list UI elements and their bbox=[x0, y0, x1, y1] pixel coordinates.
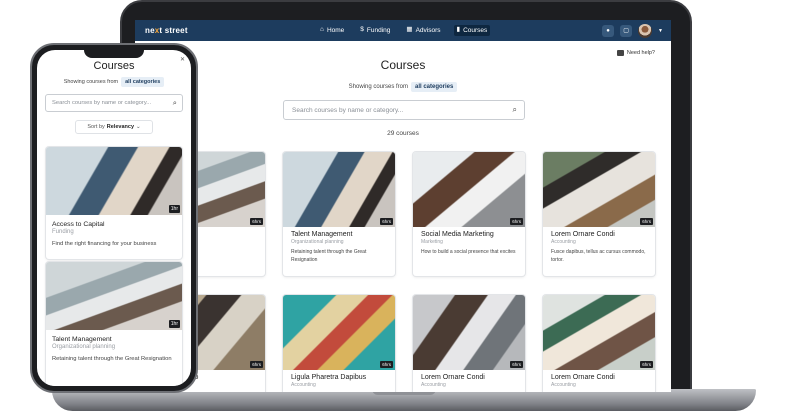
nav-courses[interactable]: ▮ Courses bbox=[453, 25, 491, 36]
course-card[interactable]: 6hrs Lorem Ornare Condi Accounting bbox=[543, 295, 655, 392]
search-input[interactable]: Search courses by name or category... ⌕ bbox=[45, 94, 183, 112]
course-image: 6hrs bbox=[413, 295, 525, 370]
course-title: Access to Capital bbox=[52, 221, 105, 228]
course-description: Retaining talent through the Great Resig… bbox=[52, 356, 172, 362]
course-title: Lorem Ornare Condi bbox=[551, 374, 615, 381]
course-card[interactable]: 6hrs Lorem Ornare Condi Accounting bbox=[413, 295, 525, 392]
top-nav: next street ⌂ Home $ Funding ▦ Advisors ▮ Co… bbox=[135, 20, 671, 41]
duration-badge: 6hrs bbox=[510, 218, 523, 225]
course-category: Organizational planning bbox=[52, 344, 116, 350]
course-category: Accounting bbox=[551, 382, 576, 388]
duration-badge: 6hrs bbox=[250, 361, 263, 368]
device-mockup: next street ⌂ Home $ Funding ▦ Advisors ▮ Co… bbox=[0, 0, 808, 415]
duration-badge: 6hrs bbox=[380, 361, 393, 368]
duration-badge: 6hrs bbox=[250, 218, 263, 225]
course-category: Accounting bbox=[421, 382, 446, 388]
duration-badge: 6hrs bbox=[380, 218, 393, 225]
help-icon bbox=[616, 50, 624, 56]
dollar-icon: $ bbox=[360, 26, 364, 34]
course-description: Fusce dapibus, tellus ac cursus commodo,… bbox=[551, 249, 646, 263]
course-description: Find the right financing for your busine… bbox=[52, 241, 157, 247]
course-count: 29 courses bbox=[387, 130, 419, 137]
course-image: 6hrs bbox=[413, 152, 525, 227]
course-image: 6hrs bbox=[283, 295, 395, 370]
course-title: Ligula Pharetra Dapibus bbox=[291, 374, 367, 381]
category-filter: Showing courses from all categories bbox=[135, 82, 671, 92]
course-card[interactable]: 6hrs Talent Management Organizational pl… bbox=[283, 152, 395, 276]
course-card[interactable]: 1hr Access to Capital Funding Find the r… bbox=[46, 147, 182, 259]
notifications-icon[interactable]: ▢ bbox=[620, 24, 633, 37]
course-title: Social Media Marketing bbox=[421, 231, 494, 238]
course-category: Accounting bbox=[551, 239, 576, 245]
chat-icon[interactable]: ● bbox=[602, 24, 615, 37]
course-card[interactable]: 6hrs Ligula Pharetra Dapibus Accounting bbox=[283, 295, 395, 392]
avatar[interactable] bbox=[638, 23, 653, 38]
course-description: How to build a social presence that exci… bbox=[421, 249, 516, 255]
duration-badge: 6hrs bbox=[510, 361, 523, 368]
course-image: 1hr bbox=[46, 147, 182, 215]
course-image: 6hrs bbox=[283, 152, 395, 227]
sort-dropdown[interactable]: Sort by Relevancy ⌄ bbox=[75, 120, 153, 134]
search-icon[interactable]: ⌕ bbox=[513, 105, 517, 115]
duration-badge: 6hrs bbox=[640, 361, 653, 368]
page-title: Courses bbox=[380, 58, 426, 72]
course-image: 6hrs bbox=[543, 295, 655, 370]
course-category: Funding bbox=[52, 229, 74, 235]
course-image: 1hr bbox=[46, 262, 182, 330]
brand-logo[interactable]: next street bbox=[145, 26, 188, 35]
course-category: Organizational planning bbox=[291, 239, 344, 245]
search-input[interactable]: Search courses by name or category... ⌕ bbox=[283, 100, 525, 120]
nav-home[interactable]: ⌂ Home bbox=[317, 25, 347, 36]
laptop-screen: next street ⌂ Home $ Funding ▦ Advisors ▮ Co… bbox=[135, 20, 671, 392]
nav-funding[interactable]: $ Funding bbox=[357, 25, 393, 36]
duration-badge: 1hr bbox=[168, 320, 180, 328]
duration-badge: 6hrs bbox=[640, 218, 653, 225]
phone-screen: ✕ Courses Showing courses from all catego… bbox=[37, 50, 191, 386]
duration-badge: 1hr bbox=[168, 205, 180, 213]
course-title: Talent Management bbox=[52, 336, 112, 343]
category-chip[interactable]: all categories bbox=[121, 77, 165, 87]
chevron-down-icon: ⌄ bbox=[136, 124, 141, 130]
course-card[interactable]: 6hrs Lorem Ornare Condi Accounting Fusce… bbox=[543, 152, 655, 276]
course-description: Retaining talent through the Great Resig… bbox=[291, 249, 367, 263]
course-category: Marketing bbox=[421, 239, 443, 245]
course-title: Talent Management bbox=[291, 231, 353, 238]
page-title: Courses bbox=[93, 60, 135, 72]
nav-right: ● ▢ ▼ bbox=[602, 20, 663, 41]
course-title: Lorem Ornare Condi bbox=[551, 231, 615, 238]
course-card[interactable]: 6hrs Social Media Marketing Marketing Ho… bbox=[413, 152, 525, 276]
search-icon[interactable]: ⌕ bbox=[173, 98, 177, 108]
course-image: 6hrs bbox=[543, 152, 655, 227]
nav-links: ⌂ Home $ Funding ▦ Advisors ▮ Courses bbox=[317, 20, 491, 41]
advisors-icon: ▦ bbox=[406, 26, 413, 34]
category-filter: Showing courses from all categories bbox=[37, 77, 191, 87]
category-chip[interactable]: all categories bbox=[411, 82, 458, 92]
help-link[interactable]: Need help? bbox=[616, 50, 655, 56]
nav-advisors[interactable]: ▦ Advisors bbox=[403, 25, 443, 36]
chevron-down-icon[interactable]: ▼ bbox=[658, 28, 663, 34]
home-icon: ⌂ bbox=[320, 26, 324, 34]
phone-notch bbox=[84, 47, 144, 58]
course-category: Accounting bbox=[291, 382, 316, 388]
book-icon: ▮ bbox=[456, 26, 461, 34]
course-title: Lorem Ornare Condi bbox=[421, 374, 485, 381]
course-card[interactable]: 1hr Talent Management Organizational pla… bbox=[46, 262, 182, 386]
